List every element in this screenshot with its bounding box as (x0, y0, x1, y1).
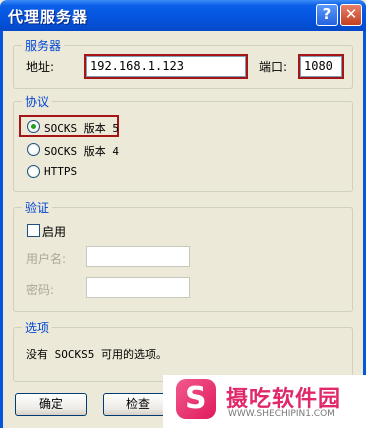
username-field[interactable] (86, 246, 190, 267)
address-highlight (84, 54, 248, 79)
https-label[interactable]: HTTPS (44, 165, 77, 178)
https-radio[interactable] (27, 165, 40, 178)
password-label: 密码: (26, 283, 55, 297)
port-label: 端口: (259, 60, 288, 74)
socks4-label[interactable]: SOCKS 版本 4 (44, 143, 119, 159)
auth-group-label: 验证 (22, 199, 53, 216)
username-label: 用户名: (26, 252, 67, 266)
options-group-label: 选项 (22, 319, 53, 336)
window-title: 代理服务器 (8, 8, 89, 26)
close-button[interactable]: ✕ (340, 4, 362, 26)
port-highlight (298, 54, 344, 79)
ok-button[interactable]: 确定 (15, 393, 87, 416)
enable-auth-checkbox[interactable] (27, 224, 40, 237)
socks4-radio[interactable] (27, 143, 40, 156)
watermark-url: WWW.SHECHIPIN1.COM (228, 409, 335, 419)
close-icon: ✕ (344, 5, 358, 23)
socks5-label[interactable]: SOCKS 版本 5 (44, 120, 119, 136)
help-button[interactable]: ? (316, 4, 338, 26)
help-icon: ? (322, 5, 332, 23)
server-group-label: 服务器 (22, 37, 65, 54)
address-label: 地址: (26, 60, 55, 74)
title-bar[interactable]: 代理服务器 ? ✕ (0, 0, 366, 31)
options-text: 没有 SOCKS5 可用的选项。 (26, 348, 167, 361)
password-field[interactable] (86, 277, 190, 298)
socks5-radio[interactable] (27, 120, 40, 133)
watermark-logo-icon: S (176, 379, 216, 419)
protocol-group-label: 协议 (22, 93, 53, 110)
enable-auth-label[interactable]: 启用 (42, 223, 66, 240)
